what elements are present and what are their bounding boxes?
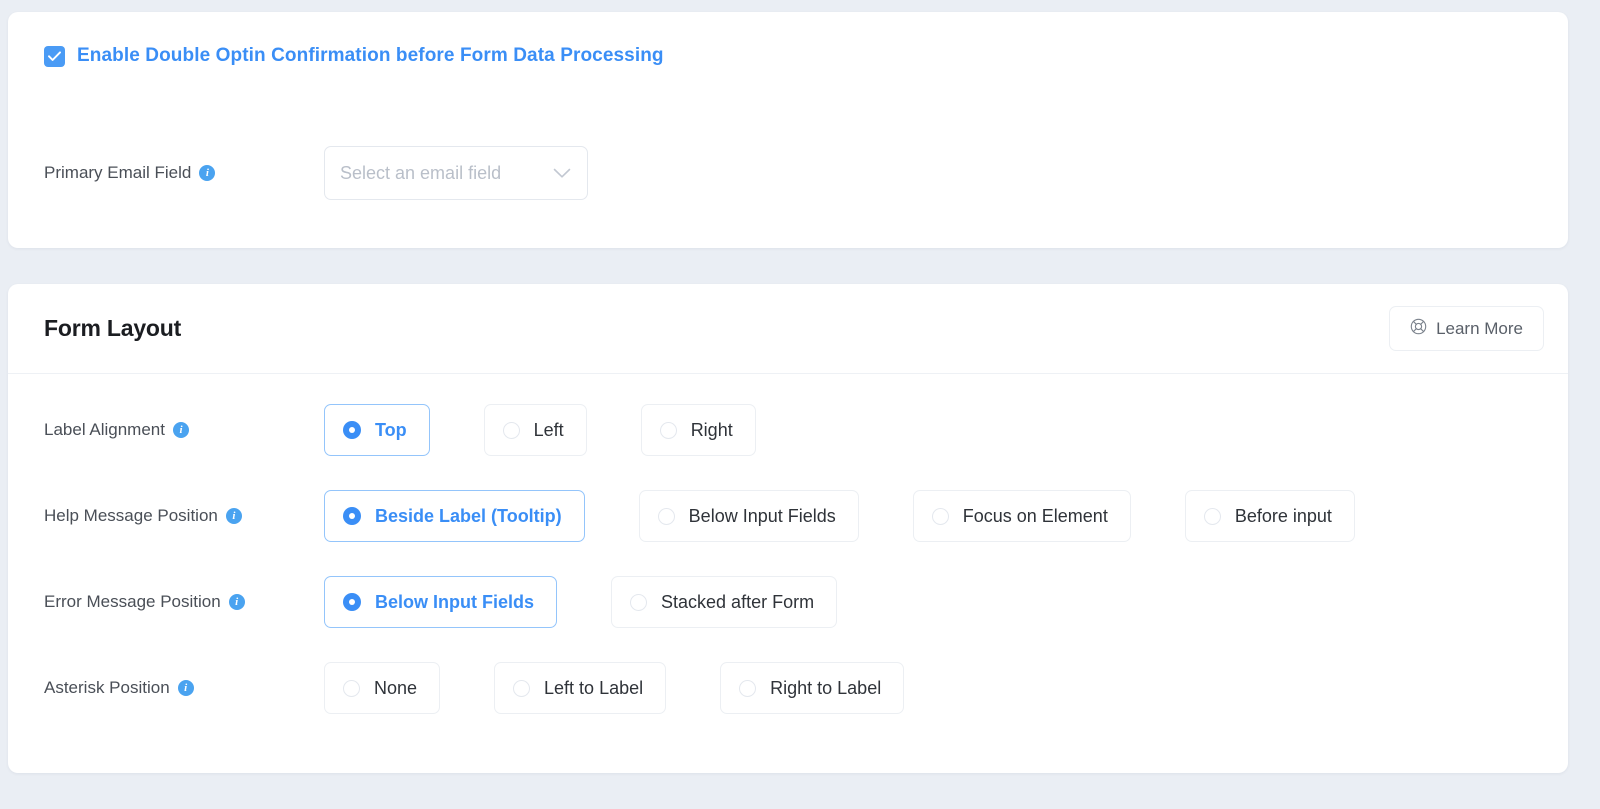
double-optin-card: Enable Double Optin Confirmation before … (8, 12, 1568, 248)
primary-email-field-label-cell: Primary Email Field i (44, 163, 324, 183)
primary-email-field-placeholder: Select an email field (340, 163, 501, 184)
radio-option-top[interactable]: Top (324, 404, 430, 456)
radio-option-label: Below Input Fields (689, 506, 836, 527)
radio-unselected-icon[interactable] (503, 422, 520, 439)
form-layout-card: Form Layout Learn More Label Alignment i T… (8, 284, 1568, 773)
double-optin-checkbox[interactable] (44, 46, 65, 67)
row-label-cell: Error Message Position i (44, 592, 324, 612)
radio-unselected-icon[interactable] (513, 680, 530, 697)
option-row-error-message-position: Error Message Position i Below Input Field… (8, 572, 1568, 632)
form-layout-header: Form Layout Learn More (8, 284, 1568, 374)
radio-selected-icon[interactable] (343, 507, 361, 525)
radio-option-stacked-after-form[interactable]: Stacked after Form (611, 576, 837, 628)
info-icon[interactable]: i (229, 594, 245, 610)
radio-option-label: Below Input Fields (375, 592, 534, 613)
radio-option-label: Left (534, 420, 564, 441)
option-group: Beside Label (Tooltip) Below Input Fields… (324, 490, 1409, 542)
radio-option-below-input-fields[interactable]: Below Input Fields (324, 576, 557, 628)
radio-unselected-icon[interactable] (658, 508, 675, 525)
radio-unselected-icon[interactable] (660, 422, 677, 439)
double-optin-checkbox-label[interactable]: Enable Double Optin Confirmation before … (77, 45, 664, 67)
check-icon (48, 51, 61, 62)
radio-unselected-icon[interactable] (343, 680, 360, 697)
radio-option-label: Stacked after Form (661, 592, 814, 613)
radio-option-left[interactable]: Left (484, 404, 587, 456)
radio-option-beside-label-tooltip[interactable]: Beside Label (Tooltip) (324, 490, 585, 542)
option-group: Top Left Right (324, 404, 810, 456)
info-icon[interactable]: i (199, 165, 215, 181)
option-row-label-alignment: Label Alignment i Top Left Right (8, 400, 1568, 460)
row-label: Label Alignment (44, 420, 165, 440)
lifebuoy-icon (1410, 318, 1427, 340)
option-group: None Left to Label Right to Label (324, 662, 958, 714)
radio-selected-icon[interactable] (343, 593, 361, 611)
radio-option-label: Right (691, 420, 733, 441)
radio-option-left-to-label[interactable]: Left to Label (494, 662, 666, 714)
radio-unselected-icon[interactable] (739, 680, 756, 697)
radio-option-focus-on-element[interactable]: Focus on Element (913, 490, 1131, 542)
row-label: Asterisk Position (44, 678, 170, 698)
radio-option-before-input[interactable]: Before input (1185, 490, 1355, 542)
double-optin-checkbox-row[interactable]: Enable Double Optin Confirmation before … (8, 42, 1568, 70)
primary-email-field-row: Primary Email Field i Select an email fi… (8, 146, 1568, 200)
row-label-cell: Label Alignment i (44, 420, 324, 440)
radio-option-label: Beside Label (Tooltip) (375, 506, 562, 527)
info-icon[interactable]: i (226, 508, 242, 524)
radio-option-right[interactable]: Right (641, 404, 756, 456)
radio-option-below-input-fields[interactable]: Below Input Fields (639, 490, 859, 542)
page-title: Form Layout (44, 315, 181, 342)
learn-more-label: Learn More (1436, 319, 1523, 339)
option-row-asterisk-position: Asterisk Position i None Left to Label Right… (8, 658, 1568, 718)
info-icon[interactable]: i (173, 422, 189, 438)
primary-email-field-select[interactable]: Select an email field (324, 146, 588, 200)
row-label: Error Message Position (44, 592, 221, 612)
settings-page: Enable Double Optin Confirmation before … (0, 0, 1600, 809)
radio-selected-icon[interactable] (343, 421, 361, 439)
primary-email-field-label: Primary Email Field (44, 163, 191, 183)
learn-more-button[interactable]: Learn More (1389, 306, 1544, 351)
option-group: Below Input Fields Stacked after Form (324, 576, 891, 628)
radio-option-none[interactable]: None (324, 662, 440, 714)
info-icon[interactable]: i (178, 680, 194, 696)
radio-unselected-icon[interactable] (630, 594, 647, 611)
radio-option-label: Left to Label (544, 678, 643, 699)
row-label: Help Message Position (44, 506, 218, 526)
radio-option-label: Before input (1235, 506, 1332, 527)
chevron-down-icon (553, 168, 571, 179)
option-row-help-message-position: Help Message Position i Beside Label (Tool… (8, 486, 1568, 546)
radio-unselected-icon[interactable] (932, 508, 949, 525)
radio-option-label: Top (375, 420, 407, 441)
radio-unselected-icon[interactable] (1204, 508, 1221, 525)
radio-option-right-to-label[interactable]: Right to Label (720, 662, 904, 714)
row-label-cell: Asterisk Position i (44, 678, 324, 698)
radio-option-label: Focus on Element (963, 506, 1108, 527)
row-label-cell: Help Message Position i (44, 506, 324, 526)
radio-option-label: None (374, 678, 417, 699)
radio-option-label: Right to Label (770, 678, 881, 699)
form-layout-rows: Label Alignment i Top Left Right Help Message… (8, 400, 1568, 718)
